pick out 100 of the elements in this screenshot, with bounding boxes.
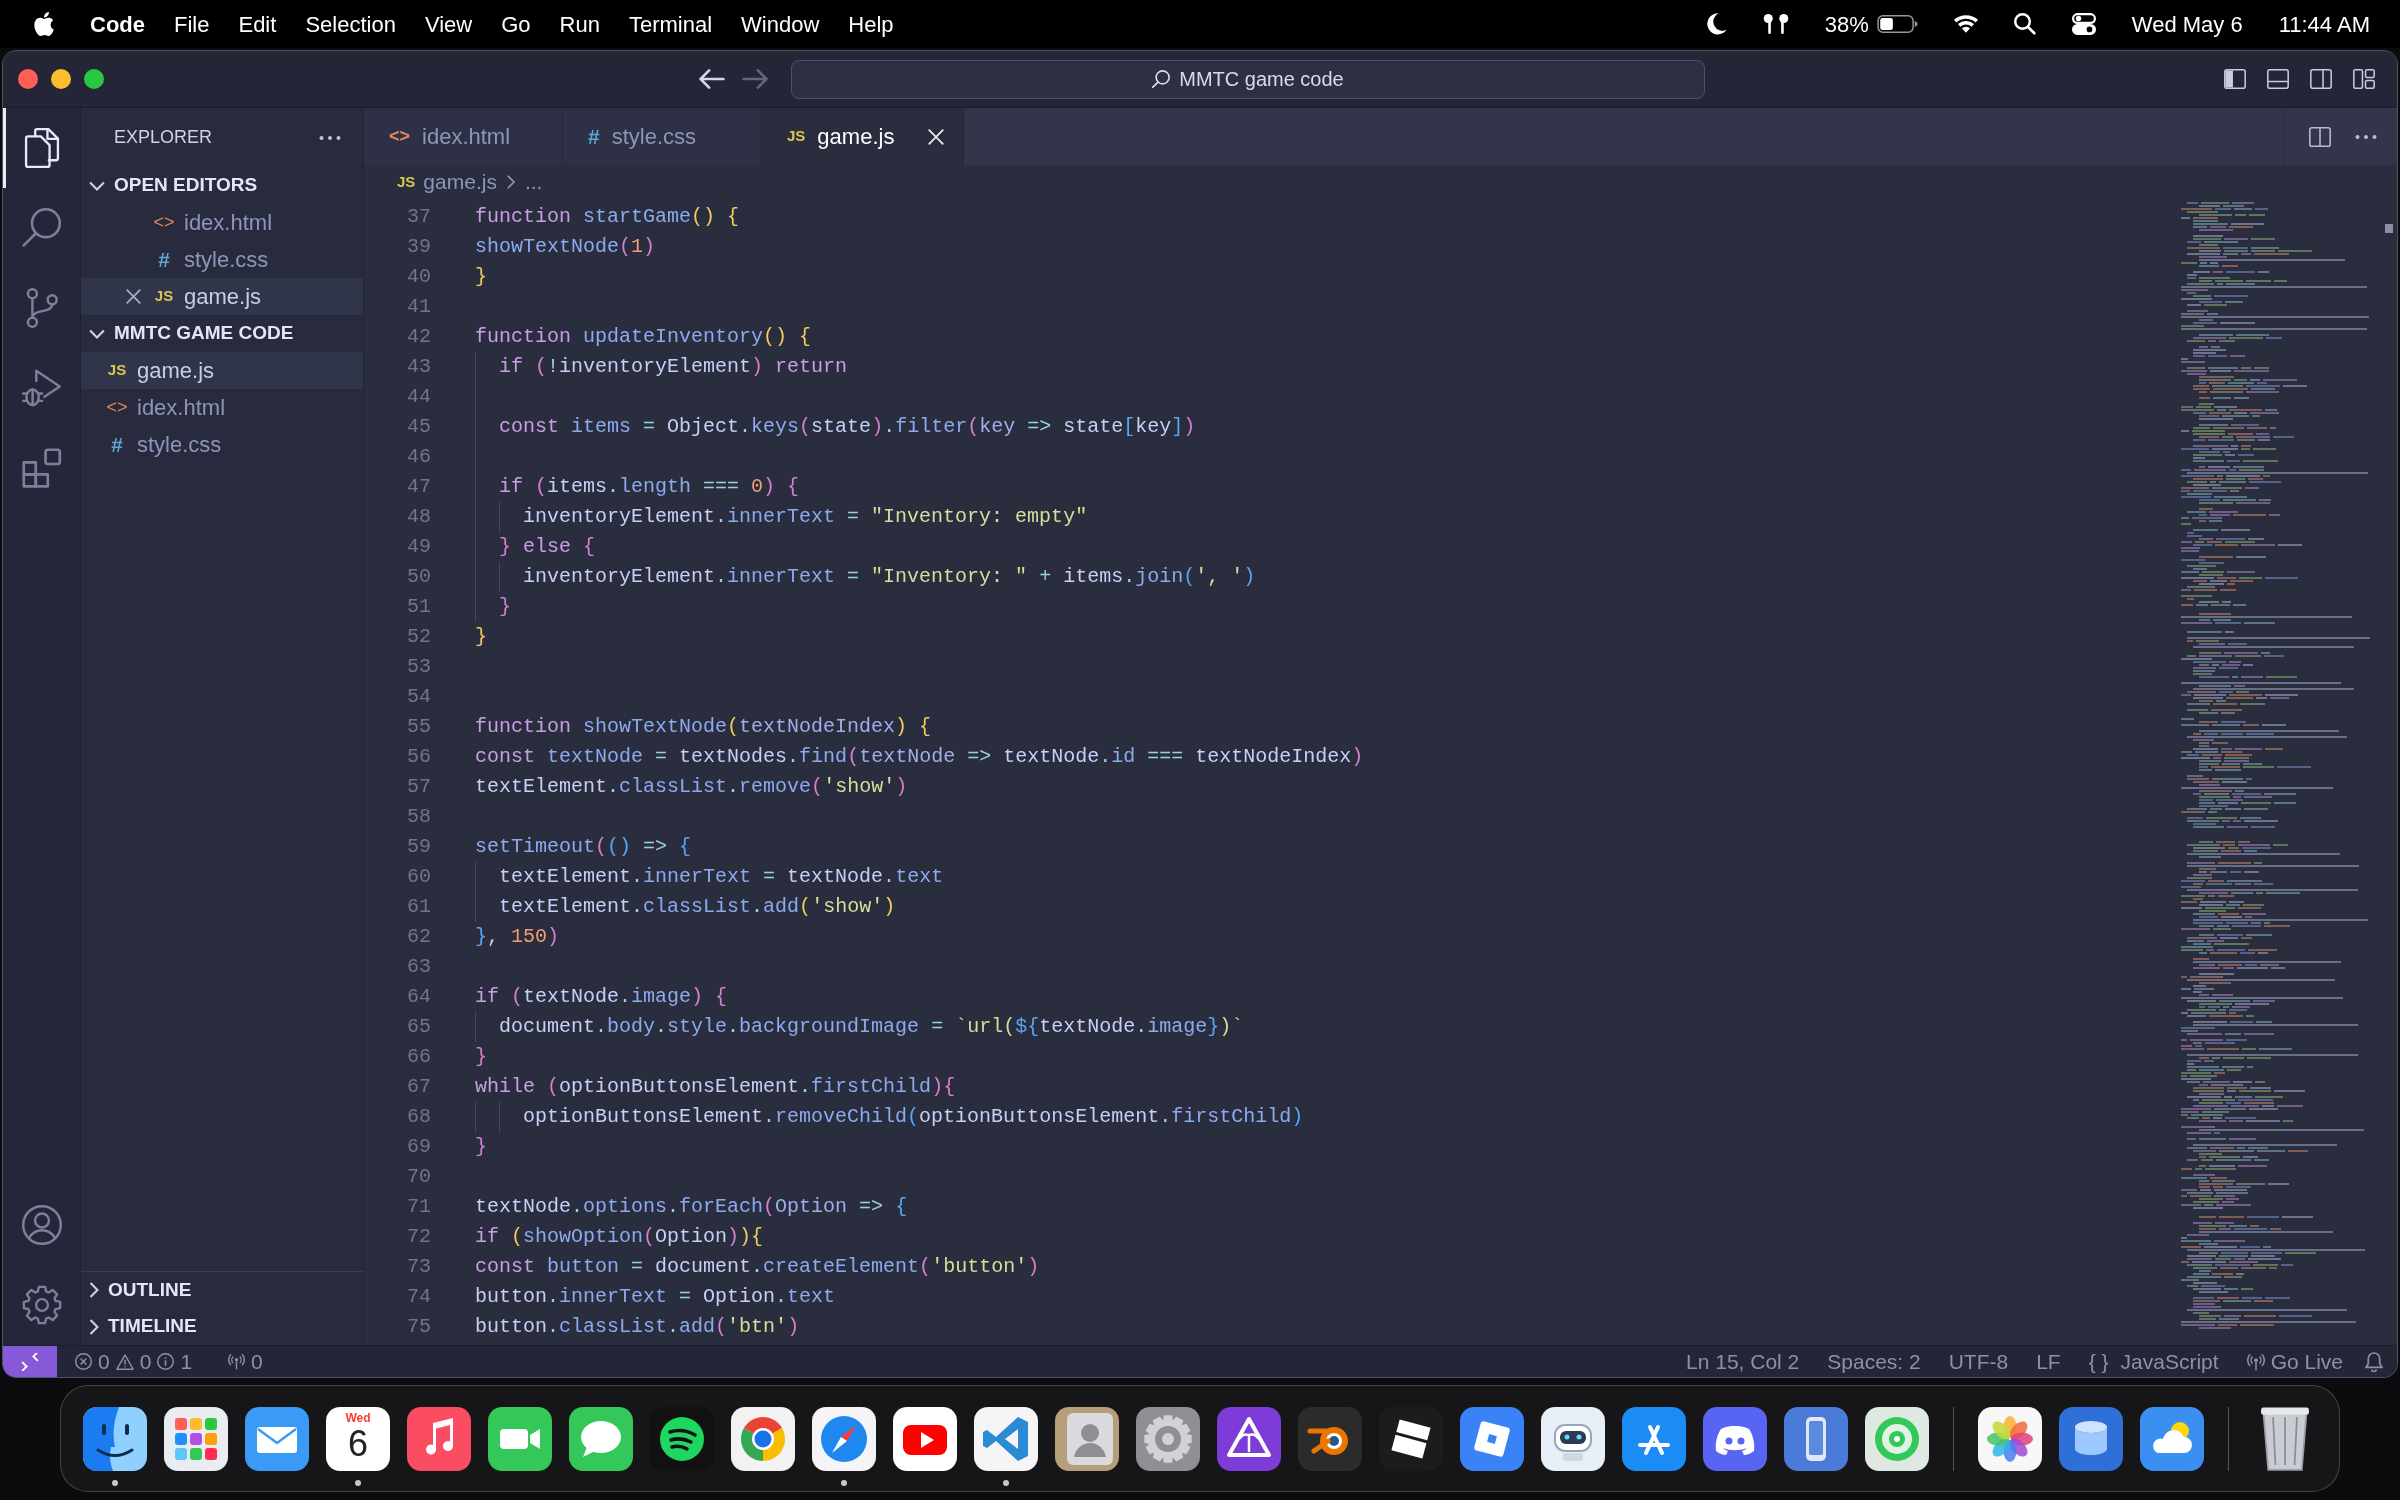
editor-tab[interactable]: <> idex.html (364, 108, 563, 165)
menu-bar-time[interactable]: 11:44 AM (2278, 7, 2370, 41)
menu-item[interactable]: Edit (238, 7, 277, 41)
zoom-window-button[interactable] (84, 69, 104, 89)
code-line: optionButtonsElement.removeChild(optionButtonsElement.firstChild) (523, 1104, 1304, 1130)
settings-icon[interactable] (21, 1285, 62, 1325)
editor-tab[interactable]: JS game.js (762, 108, 964, 165)
sun-cloud-app-icon[interactable] (2140, 1406, 2204, 1471)
menu-item[interactable]: View (424, 7, 473, 41)
back-arrow-icon[interactable] (699, 69, 725, 89)
open-editor-entry[interactable]: <> idex.html (152, 206, 273, 239)
gear-app-icon[interactable] (1136, 1406, 1200, 1471)
section-header[interactable]: OPEN EDITORS (114, 171, 258, 200)
menu-item[interactable]: Run (559, 7, 600, 41)
problems-button[interactable]: 0 0 1 (69, 1348, 199, 1375)
contact-card-app-icon[interactable] (1055, 1406, 1119, 1471)
search-icon[interactable] (2013, 13, 2036, 35)
encoding-button[interactable]: UTF-8 (1942, 1348, 2015, 1375)
apple-icon[interactable] (34, 12, 54, 36)
person-circle-icon[interactable] (21, 1205, 62, 1245)
menu-item[interactable]: Terminal (628, 7, 713, 41)
more-icon[interactable] (2355, 134, 2377, 139)
bell-icon[interactable] (2365, 1351, 2383, 1372)
chevron-down-icon[interactable] (89, 328, 105, 339)
line-number: 37 (407, 205, 431, 228)
envelope-app-icon[interactable] (245, 1406, 309, 1471)
menu-item[interactable]: Go (501, 7, 531, 41)
left-pane-layout-icon[interactable] (2224, 69, 2246, 89)
menu-bar-date[interactable]: Wed May 6 (2131, 7, 2243, 41)
calendar-app-button[interactable]: Wed 6 (326, 1406, 390, 1471)
line-number: 68 (407, 1105, 431, 1128)
cursor-position-button[interactable]: Ln 15, Col 2 (1680, 1348, 1806, 1375)
explorer-tree-entry[interactable]: JS game.js (81, 352, 363, 389)
controller-face-app-icon[interactable] (1703, 1406, 1767, 1471)
sound-waves-app-icon[interactable] (650, 1406, 714, 1471)
open-editor-entry[interactable]: # style.css (152, 243, 269, 276)
robot-app-icon[interactable] (1541, 1406, 1605, 1471)
code-line: const textNode = textNodes.find(textNode => textNode.id === textNodeIndex) (475, 744, 1364, 770)
section-header[interactable]: OUTLINE (108, 1275, 192, 1305)
speech-bubble-app-icon[interactable] (569, 1406, 633, 1471)
go-live-button[interactable]: Go Live (2240, 1348, 2349, 1375)
section-header[interactable]: TIMELINE (108, 1312, 197, 1341)
close-icon[interactable] (125, 289, 141, 304)
line-number: 65 (407, 1015, 431, 1038)
ribbon-app-icon[interactable] (974, 1406, 1038, 1471)
app-grid-icon[interactable] (164, 1406, 228, 1471)
phone-app-icon[interactable] (1784, 1406, 1848, 1471)
tilted-square-app-icon[interactable] (1460, 1406, 1524, 1471)
flower-app-icon[interactable] (1978, 1406, 2042, 1471)
play-button-app-icon[interactable] (893, 1406, 957, 1471)
app-menu[interactable]: Code (90, 7, 145, 41)
play-bug-icon[interactable] (21, 368, 62, 408)
layout-grid-icon[interactable] (2353, 69, 2375, 89)
minimize-window-button[interactable] (51, 69, 71, 89)
scrollbar-thumb[interactable] (2385, 224, 2393, 233)
explorer-tree-entry[interactable]: # style.css (105, 428, 222, 461)
cylinder-app-icon[interactable] (2059, 1406, 2123, 1471)
split-panes-icon[interactable] (2309, 126, 2331, 147)
chevron-right-icon[interactable] (89, 1318, 99, 1335)
squares-icon[interactable] (21, 448, 62, 488)
menu-item[interactable]: File (174, 7, 210, 41)
close-window-button[interactable] (18, 69, 38, 89)
open-editor-entry[interactable]: JS game.js (81, 278, 363, 315)
wifi-icon[interactable] (1953, 15, 1978, 33)
orbit-app-icon[interactable] (1298, 1406, 1362, 1471)
code-line: function showTextNode(textNodeIndex) { (475, 714, 932, 740)
right-pane-layout-icon[interactable] (2310, 69, 2332, 89)
section-header[interactable]: MMTC GAME CODE (114, 319, 294, 348)
breadcrumb-file[interactable]: JS game.js (397, 166, 497, 198)
moon-icon[interactable] (1706, 13, 1727, 35)
explorer-tree-entry[interactable]: <> idex.html (105, 391, 226, 424)
tilted-blocks-app-icon[interactable] (1379, 1406, 1443, 1471)
breadcrumb-symbols[interactable]: ... (524, 166, 543, 198)
command-center-search[interactable]: MMTC game code (791, 59, 1705, 99)
earbuds-icon[interactable] (1762, 14, 1789, 34)
menu-item[interactable]: Selection (305, 7, 396, 41)
toggle-switches-icon[interactable] (2071, 13, 2096, 35)
indentation-button[interactable]: Spaces: 2 (1821, 1348, 1927, 1375)
music-note-app-icon[interactable] (407, 1406, 471, 1471)
menu-item[interactable]: Help (848, 7, 894, 41)
code-line: const button = document.createElement('button') (475, 1254, 1040, 1280)
triangle-app-icon[interactable] (1217, 1406, 1281, 1471)
smiling-face-app-icon[interactable] (83, 1406, 147, 1471)
compass-app-icon[interactable] (812, 1406, 876, 1471)
battery-icon[interactable] (1876, 15, 1918, 33)
target-app-icon[interactable] (1865, 1406, 1929, 1471)
line-ending-button[interactable]: LF (2030, 1348, 2067, 1375)
chevron-down-icon[interactable] (89, 180, 105, 191)
line-number: 75 (407, 1315, 431, 1338)
brush-strokes-app-icon[interactable] (1622, 1406, 1686, 1471)
remote-button[interactable] (3, 1346, 57, 1377)
chevron-right-icon[interactable] (89, 1282, 99, 1298)
video-camera-app-icon[interactable] (488, 1406, 552, 1471)
language-button[interactable]: { } JavaScript (2082, 1348, 2225, 1375)
editor-tab[interactable]: # style.css (563, 108, 762, 165)
tricolor-ring-app-icon[interactable] (731, 1406, 795, 1471)
ports-button[interactable]: 0 (222, 1348, 269, 1375)
more-icon[interactable] (319, 135, 341, 140)
menu-item[interactable]: Window (741, 7, 820, 41)
bottom-pane-layout-icon[interactable] (2267, 69, 2289, 89)
